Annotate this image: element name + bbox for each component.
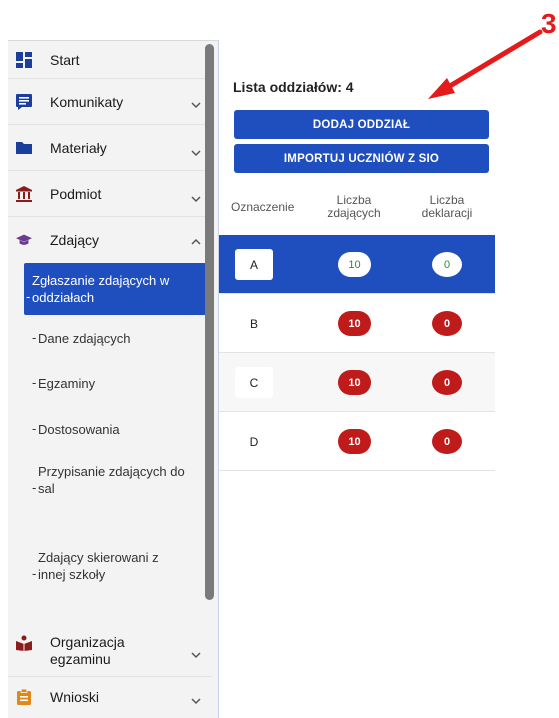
column-header-oznaczenie: Oznaczenie xyxy=(231,200,295,214)
table-row[interactable]: D 10 0 xyxy=(219,412,495,471)
subitem-dash: - xyxy=(26,289,31,304)
sidebar-item-komunikaty[interactable]: Komunikaty xyxy=(8,79,212,125)
sidebar-item-label: Organizacja egzaminu xyxy=(50,634,125,667)
subitem-dash: - xyxy=(32,566,37,581)
subitem-dash: - xyxy=(32,480,37,495)
sidebar-item-label: Wnioski xyxy=(50,689,100,705)
folder-icon xyxy=(16,140,32,156)
declarations-count-badge: 0 xyxy=(432,429,462,454)
students-count-badge: 10 xyxy=(338,370,371,395)
sidebar-item-label: Zdający xyxy=(50,232,100,248)
sidebar-scrollbar[interactable] xyxy=(205,44,214,600)
subitem-label: Zdający skierowani z innej szkoły xyxy=(38,550,159,582)
subitem-dane-zdajacych[interactable]: - Dane zdających xyxy=(16,315,212,361)
chevron-down-icon xyxy=(191,652,201,659)
sidebar-item-organizacja-egzaminu[interactable]: Organizacja egzaminu xyxy=(8,625,212,677)
annotation-number: 3 xyxy=(541,8,557,39)
table-row[interactable]: A 10 0 xyxy=(219,235,495,294)
students-count-badge: 10 xyxy=(338,311,371,336)
add-class-button[interactable]: DODAJ ODDZIAŁ xyxy=(234,110,489,139)
subitem-zglaszanie-zdajacych[interactable]: - Zgłaszanie zdających w oddziałach xyxy=(24,263,206,315)
institution-icon xyxy=(16,186,32,202)
subitem-dash: - xyxy=(32,330,37,345)
students-count-badge: 10 xyxy=(338,252,371,277)
declarations-count-badge: 0 xyxy=(432,370,462,395)
subitem-przypisanie-do-sal[interactable]: - Przypisanie zdających do sal xyxy=(16,449,212,517)
sidebar-item-start[interactable]: Start xyxy=(8,41,212,79)
column-header-liczba-zdajacych: Liczba zdających xyxy=(327,193,381,220)
sidebar-item-zdajacy[interactable]: Zdający xyxy=(8,217,212,263)
students-count-badge: 10 xyxy=(338,429,371,454)
row-label: B xyxy=(249,316,258,331)
main-panel: Lista oddziałów: 4 DODAJ ODDZIAŁ IMPORTU… xyxy=(219,40,559,718)
message-icon xyxy=(16,94,32,110)
import-students-button[interactable]: IMPORTUJ UCZNIÓW Z SIO xyxy=(234,144,489,173)
subitem-label: Dostosowania xyxy=(38,422,120,437)
subitem-dash: - xyxy=(32,421,37,436)
reading-person-icon xyxy=(16,635,32,651)
list-title: Lista oddziałów: 4 xyxy=(233,79,354,95)
sidebar-item-label: Komunikaty xyxy=(50,94,124,110)
sidebar: Start Komunikaty Materiały Podmiot Zdają… xyxy=(8,40,218,718)
declarations-count-badge: 0 xyxy=(432,311,462,336)
subitem-dash: - xyxy=(32,375,37,390)
declarations-count-badge: 0 xyxy=(432,252,462,277)
subitem-dostosowania[interactable]: - Dostosowania xyxy=(16,405,212,449)
sidebar-item-materialy[interactable]: Materiały xyxy=(8,125,212,171)
subitem-label: Przypisanie zdających do sal xyxy=(38,464,185,496)
sidebar-item-wnioski[interactable]: Wnioski xyxy=(8,677,212,718)
column-header-liczba-deklaracji: Liczba deklaracji xyxy=(421,193,473,220)
dashboard-icon xyxy=(16,52,32,68)
table-row[interactable]: C 10 0 xyxy=(219,353,495,412)
row-label: C xyxy=(235,367,273,398)
subitem-label: Dane zdających xyxy=(38,331,131,346)
graduation-cap-icon xyxy=(16,232,32,248)
chevron-down-icon xyxy=(191,698,201,705)
subitem-egzaminy[interactable]: - Egzaminy xyxy=(16,361,212,405)
subitem-skierowani-z-innej-szkoly[interactable]: - Zdający skierowani z innej szkoły xyxy=(16,517,212,613)
sidebar-item-label: Start xyxy=(50,52,80,68)
sidebar-item-label: Podmiot xyxy=(50,186,102,202)
subitem-label: Egzaminy xyxy=(38,376,96,391)
chevron-down-icon xyxy=(191,196,201,203)
sidebar-item-podmiot[interactable]: Podmiot xyxy=(8,171,212,217)
subitem-label: Zgłaszanie zdających w oddziałach xyxy=(32,273,170,305)
chevron-down-icon xyxy=(191,102,201,109)
chevron-down-icon xyxy=(191,150,201,157)
clipboard-icon xyxy=(16,689,32,705)
row-label: D xyxy=(249,434,259,449)
row-label: A xyxy=(235,249,273,280)
sidebar-item-label: Materiały xyxy=(50,140,107,156)
chevron-up-icon xyxy=(191,238,201,245)
table-row[interactable]: B 10 0 xyxy=(219,294,495,353)
